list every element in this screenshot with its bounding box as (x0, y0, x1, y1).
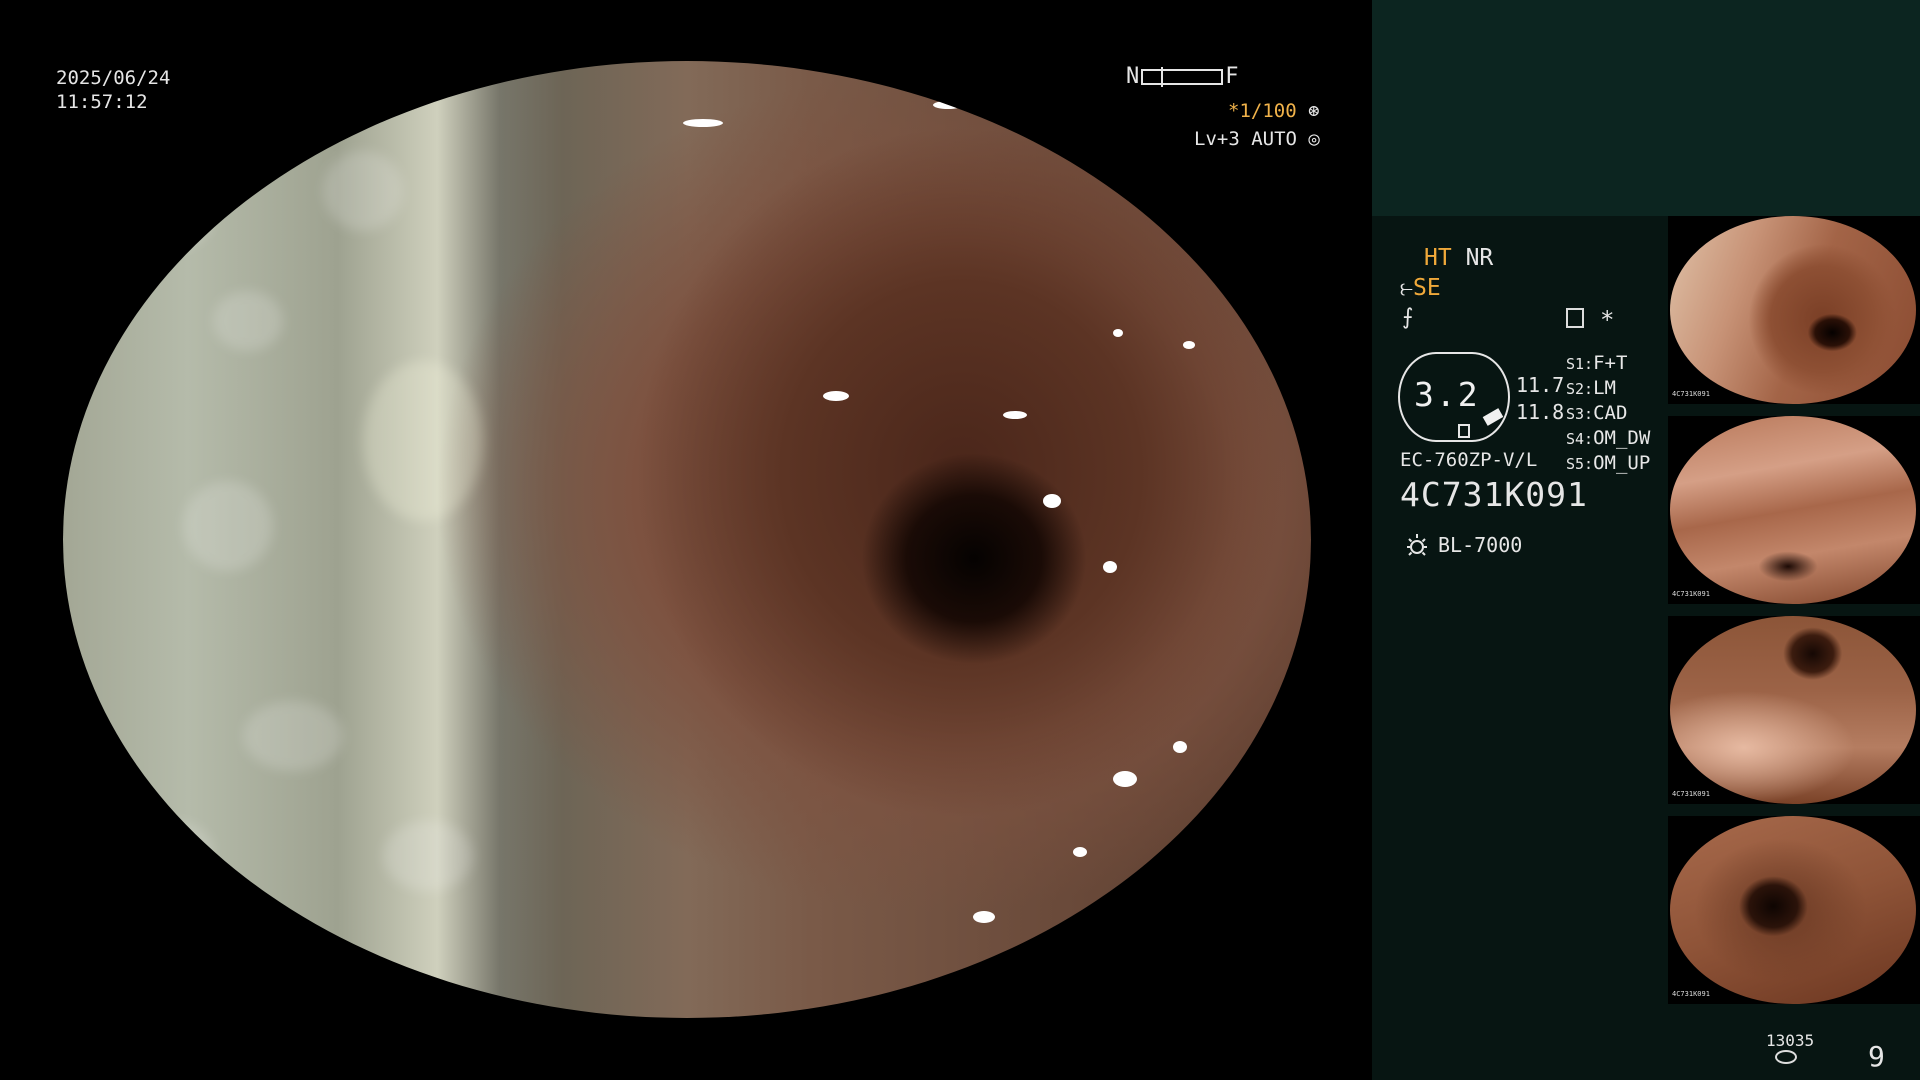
structure-enhance-icon: ⥼ (1400, 275, 1413, 301)
far-label: F (1225, 64, 1239, 89)
level-text: Lv+3 AUTO (1194, 128, 1297, 150)
capture-thumbnail[interactable]: 4C731K091 (1668, 416, 1920, 604)
aperture-icon: ⊛ (1308, 100, 1320, 122)
thumb-caption: 4C731K091 (1672, 390, 1710, 398)
thumb-caption: 4C731K091 (1672, 990, 1710, 998)
time-text: 11:57:12 (56, 91, 148, 113)
switch-s1: S1:F+T (1566, 352, 1628, 374)
thumb-caption: 4C731K091 (1672, 590, 1710, 598)
switch-s2: S2:LM (1566, 377, 1616, 399)
light-source: BL-7000 (1438, 533, 1523, 557)
page-number: 9 (1868, 1040, 1885, 1073)
scope-model: EC-760ZP-V/L (1400, 449, 1538, 471)
ht-label: HT (1424, 245, 1452, 271)
endoscope-view: 2025/06/24 11:57:12 N F *1/100 ⊛ Lv+3 AU… (0, 0, 1372, 1080)
star-label: * (1600, 306, 1615, 334)
near-label: N (1126, 64, 1140, 89)
endoscopic-image (63, 61, 1311, 1018)
nr-label: NR (1465, 245, 1494, 271)
filter-icon: ⨍ (1402, 305, 1414, 330)
zoom-sub-value-1: 11.7 (1516, 373, 1565, 397)
brightness-level: Lv+3 AUTO ◎ (1194, 130, 1320, 149)
light-source-icon (1407, 534, 1427, 556)
zoom-square-icon (1458, 424, 1470, 438)
image-mode: HT NR (1424, 247, 1493, 270)
storage-icon (1775, 1050, 1797, 1064)
focus-bar (1141, 67, 1224, 87)
capture-thumbnail[interactable]: 4C731K091 (1668, 616, 1920, 804)
memory-card-icon (1566, 308, 1584, 328)
panel-header-area (1372, 0, 1920, 216)
switch-s5: S5:OM_UP (1566, 452, 1651, 474)
zoom-sub-value-2: 11.8 (1516, 400, 1565, 424)
date-time: 2025/06/24 11:57:12 (56, 66, 170, 114)
capture-thumbnail[interactable]: 4C731K091 (1668, 816, 1920, 1004)
focus-indicator: N F (1126, 66, 1239, 88)
structure-enhance: ⥼SE (1400, 277, 1441, 300)
shutter-speed: *1/100 ⊛ (1228, 102, 1320, 121)
capture-thumbnail[interactable]: 4C731K091 (1668, 216, 1920, 404)
switch-s3: S3:CAD (1566, 402, 1628, 424)
scope-serial: 4C731K091 (1400, 475, 1588, 514)
thumb-caption: 4C731K091 (1672, 790, 1710, 798)
capture-count: 13035 (1766, 1031, 1815, 1050)
auto-iris-icon: ◎ (1308, 128, 1320, 150)
zoom-value: 3.2 (1414, 375, 1480, 414)
switch-s4: S4:OM_DW (1566, 427, 1651, 449)
shutter-text: *1/100 (1228, 100, 1297, 122)
se-label: SE (1412, 275, 1441, 301)
date-text: 2025/06/24 (56, 67, 171, 89)
